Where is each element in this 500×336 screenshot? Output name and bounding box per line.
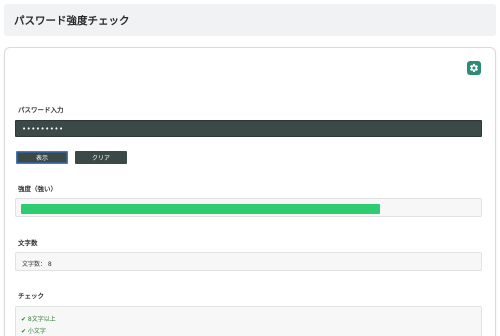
strength-bar-fill [21, 204, 380, 214]
password-label: パスワード入力 [18, 106, 64, 114]
main-card [4, 47, 496, 336]
count-label: 文字数 [18, 239, 38, 247]
character-count: 文字数： 8 [22, 261, 52, 268]
count-box: 文字数： 8 [15, 252, 482, 271]
strength-label: 強度（強い） [18, 185, 57, 193]
clear-button[interactable]: クリア [75, 151, 127, 164]
page-title: パスワード強度チェック [14, 15, 130, 27]
password-input[interactable] [15, 120, 482, 137]
gear-icon [470, 63, 478, 73]
app-header: パスワード強度チェック [4, 4, 496, 36]
show-button[interactable]: 表示 [16, 151, 68, 164]
check-item-lowercase: ✔ 小文字 [21, 328, 46, 335]
settings-button[interactable] [467, 61, 481, 75]
checks-box: ✔ 8文字以上 ✔ 小文字 [15, 306, 482, 336]
check-item-length: ✔ 8文字以上 [21, 316, 56, 323]
checks-label: チェック [18, 292, 44, 300]
strength-meter [15, 198, 482, 217]
